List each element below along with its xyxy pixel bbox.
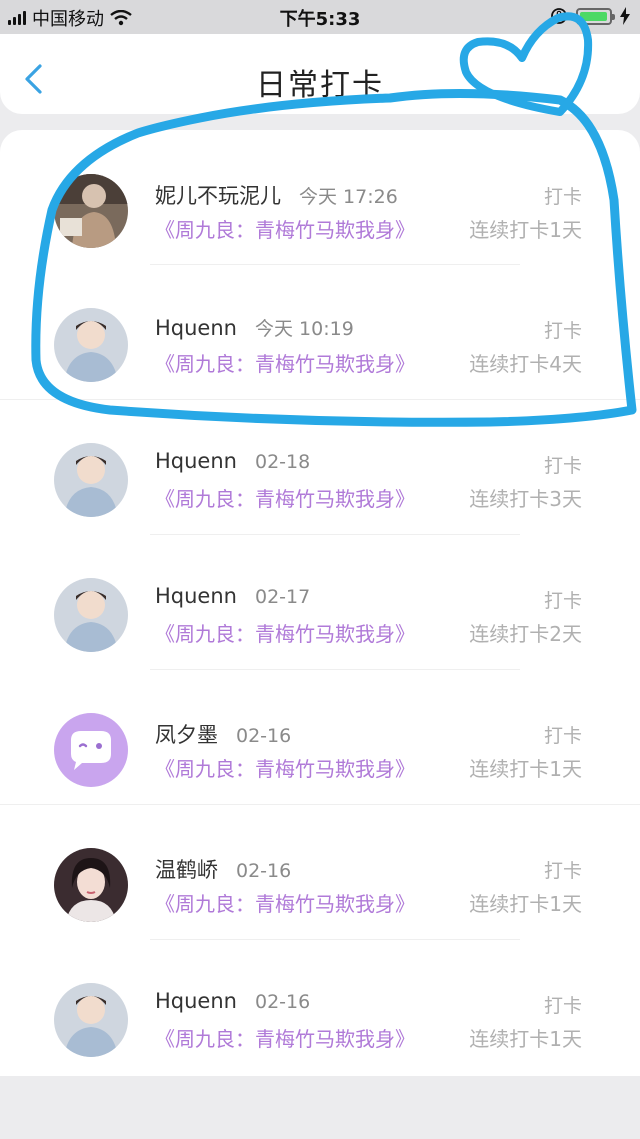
checkin-time: 02-18 — [254, 451, 311, 473]
list-item[interactable]: Hquenn 今天 10:19 《周九良：青梅竹马欺我身》 打卡 连续打卡4天 — [0, 265, 640, 400]
user-avatar[interactable] — [54, 578, 128, 652]
checkin-time: 今天 10:19 — [254, 318, 354, 340]
streak-label: 连续打卡4天 — [469, 352, 582, 376]
checkin-time: 02-17 — [254, 586, 311, 608]
nav-header: 日常打卡 — [0, 34, 640, 114]
user-name[interactable]: Hquenn — [155, 316, 237, 340]
orientation-lock-icon — [551, 8, 567, 24]
book-title[interactable]: 《周九良：青梅竹马欺我身》 — [155, 888, 415, 917]
status-right — [550, 7, 630, 25]
book-title[interactable]: 《周九良：青梅竹马欺我身》 — [155, 348, 415, 377]
checkin-time: 02-16 — [236, 725, 292, 747]
user-name[interactable]: 温鹤峤 — [155, 854, 218, 884]
list-item[interactable]: 凤夕墨 02-16 《周九良：青梅竹马欺我身》 打卡 连续打卡1天 — [0, 670, 640, 805]
streak-label: 连续打卡1天 — [469, 1027, 582, 1051]
user-avatar[interactable] — [54, 983, 128, 1057]
list-item[interactable]: 温鹤峤 02-16 《周九良：青梅竹马欺我身》 打卡 连续打卡1天 — [0, 805, 640, 940]
user-avatar[interactable] — [54, 848, 128, 922]
checkin-time: 02-16 — [254, 991, 311, 1013]
list-item[interactable]: 妮儿不玩泥儿 今天 17:26 《周九良：青梅竹马欺我身》 打卡 连续打卡1天 — [0, 130, 640, 265]
list-item[interactable]: Hquenn 02-16 《周九良：青梅竹马欺我身》 打卡 连续打卡1天 — [0, 940, 640, 1075]
user-name[interactable]: Hquenn — [155, 584, 237, 608]
book-title[interactable]: 《周九良：青梅竹马欺我身》 — [155, 1023, 415, 1052]
checkin-time: 今天 17:26 — [299, 186, 398, 208]
checkin-time: 02-16 — [236, 860, 292, 882]
user-avatar[interactable] — [54, 174, 128, 248]
user-avatar[interactable] — [54, 443, 128, 517]
battery-icon — [576, 7, 615, 25]
page-title: 日常打卡 — [256, 68, 384, 103]
status-bar: 中国移动 下午5:33 — [0, 0, 640, 34]
user-avatar[interactable] — [54, 713, 128, 787]
status-time: 下午5:33 — [279, 9, 361, 30]
streak-label: 连续打卡3天 — [469, 487, 582, 511]
user-name[interactable]: Hquenn — [155, 449, 237, 473]
checkin-label: 打卡 — [543, 320, 582, 342]
book-title[interactable]: 《周九良：青梅竹马欺我身》 — [155, 214, 415, 243]
user-name[interactable]: 凤夕墨 — [155, 719, 218, 749]
checkin-label: 打卡 — [543, 860, 582, 882]
book-title[interactable]: 《周九良：青梅竹马欺我身》 — [155, 483, 415, 512]
streak-label: 连续打卡1天 — [469, 757, 582, 781]
user-name[interactable]: 妮儿不玩泥儿 — [155, 180, 281, 210]
checkin-label: 打卡 — [543, 995, 582, 1017]
checkin-label: 打卡 — [543, 455, 582, 477]
checkin-label: 打卡 — [543, 725, 582, 747]
checkin-label: 打卡 — [543, 590, 582, 612]
charging-icon — [620, 7, 630, 25]
user-name[interactable]: Hquenn — [155, 989, 237, 1013]
book-title[interactable]: 《周九良：青梅竹马欺我身》 — [155, 618, 415, 647]
list-item[interactable]: Hquenn 02-18 《周九良：青梅竹马欺我身》 打卡 连续打卡3天 — [0, 400, 640, 535]
book-title[interactable]: 《周九良：青梅竹马欺我身》 — [155, 753, 415, 782]
default-chat-avatar-icon — [54, 713, 128, 787]
checkin-list: 妮儿不玩泥儿 今天 17:26 《周九良：青梅竹马欺我身》 打卡 连续打卡1天 … — [0, 130, 640, 1076]
streak-label: 连续打卡1天 — [469, 892, 582, 916]
checkin-label: 打卡 — [543, 186, 582, 208]
list-item[interactable]: Hquenn 02-17 《周九良：青梅竹马欺我身》 打卡 连续打卡2天 — [0, 535, 640, 670]
streak-label: 连续打卡1天 — [469, 218, 582, 242]
battery-level — [580, 11, 607, 21]
streak-label: 连续打卡2天 — [469, 622, 582, 646]
user-avatar[interactable] — [54, 308, 128, 382]
